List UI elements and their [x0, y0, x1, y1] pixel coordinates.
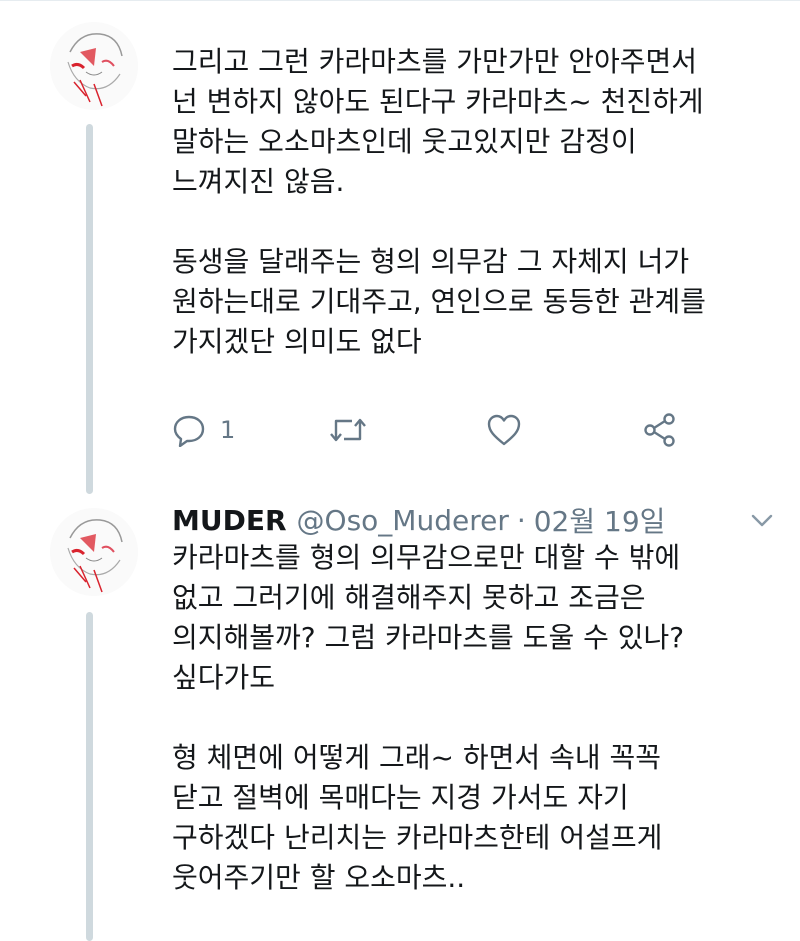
tweet-body: 카라마츠를 형의 의무감으로만 대할 수 밖에 없고 그러기에 해결해주지 못하…: [172, 538, 782, 898]
avatar[interactable]: [50, 508, 138, 596]
top-divider: [0, 0, 800, 1]
tweet-line: 의지해볼까? 그럼 카라마츠를 도울 수 있나?: [172, 621, 685, 654]
tweet-line: 웃어주기만 할 오소마츠..: [172, 861, 466, 894]
avatar-drawing: [50, 22, 138, 110]
tweet-actions: 1: [172, 410, 692, 450]
tweet-line: 가지겠단 의미도 없다: [172, 325, 422, 358]
tweet-line: 넌 변하지 않아도 된다구 카라마츠~ 천진하게: [172, 85, 704, 118]
tweet-line: 말하는 오소마츠인데 웃고있지만 감정이: [172, 125, 637, 158]
tweet-body: 그리고 그런 카라마츠를 가만가만 안아주면서 넌 변하지 않아도 된다구 카라…: [172, 42, 782, 362]
tweet-line: 동생을 달래주는 형의 의무감 그 자체지 너가: [172, 245, 690, 278]
display-name[interactable]: MUDER: [172, 504, 287, 537]
avatar[interactable]: [50, 22, 138, 110]
tweet-date[interactable]: 02월 19일: [534, 500, 666, 540]
like-button[interactable]: [486, 410, 522, 450]
reply-icon: [173, 415, 205, 447]
tweet-line: 형 체면에 어떻게 그래~ 하면서 속내 꼭꼭: [172, 741, 662, 774]
retweet-button[interactable]: [328, 410, 368, 450]
retweet-icon: [330, 418, 366, 442]
reply-count: 1: [220, 416, 236, 444]
share-icon: [644, 413, 675, 447]
separator-dot: ·: [516, 503, 526, 537]
tweet-line: 카라마츠를 형의 의무감으로만 대할 수 밖에: [172, 541, 681, 574]
tweet-header: MUDER @Oso_Muderer · 02월 19일: [172, 500, 665, 540]
thread-line: [86, 612, 93, 941]
chevron-down-icon: [751, 514, 773, 527]
heart-icon: [487, 414, 521, 446]
reply-button[interactable]: 1: [172, 410, 235, 450]
tweet-line: 그리고 그런 카라마츠를 가만가만 안아주면서: [172, 45, 698, 78]
share-button[interactable]: [642, 410, 678, 450]
tweet-line: 원하는대로 기대주고, 연인으로 동등한 관계를: [172, 285, 706, 318]
tweet-line: 싶다가도: [172, 661, 276, 694]
tweet-line: 구하겠다 난리치는 카라마츠한테 어설프게: [172, 821, 663, 854]
user-handle[interactable]: @Oso_Muderer: [297, 504, 509, 537]
avatar-drawing: [50, 508, 138, 596]
tweet-line: 닫고 절벽에 목매다는 지경 가서도 자기: [172, 781, 629, 814]
tweet-line: 느껴지진 않음.: [172, 165, 345, 198]
tweet-line: 없고 그러기에 해결해주지 못하고 조금은: [172, 581, 646, 614]
thread-line: [86, 124, 93, 494]
more-options-button[interactable]: [748, 506, 776, 534]
